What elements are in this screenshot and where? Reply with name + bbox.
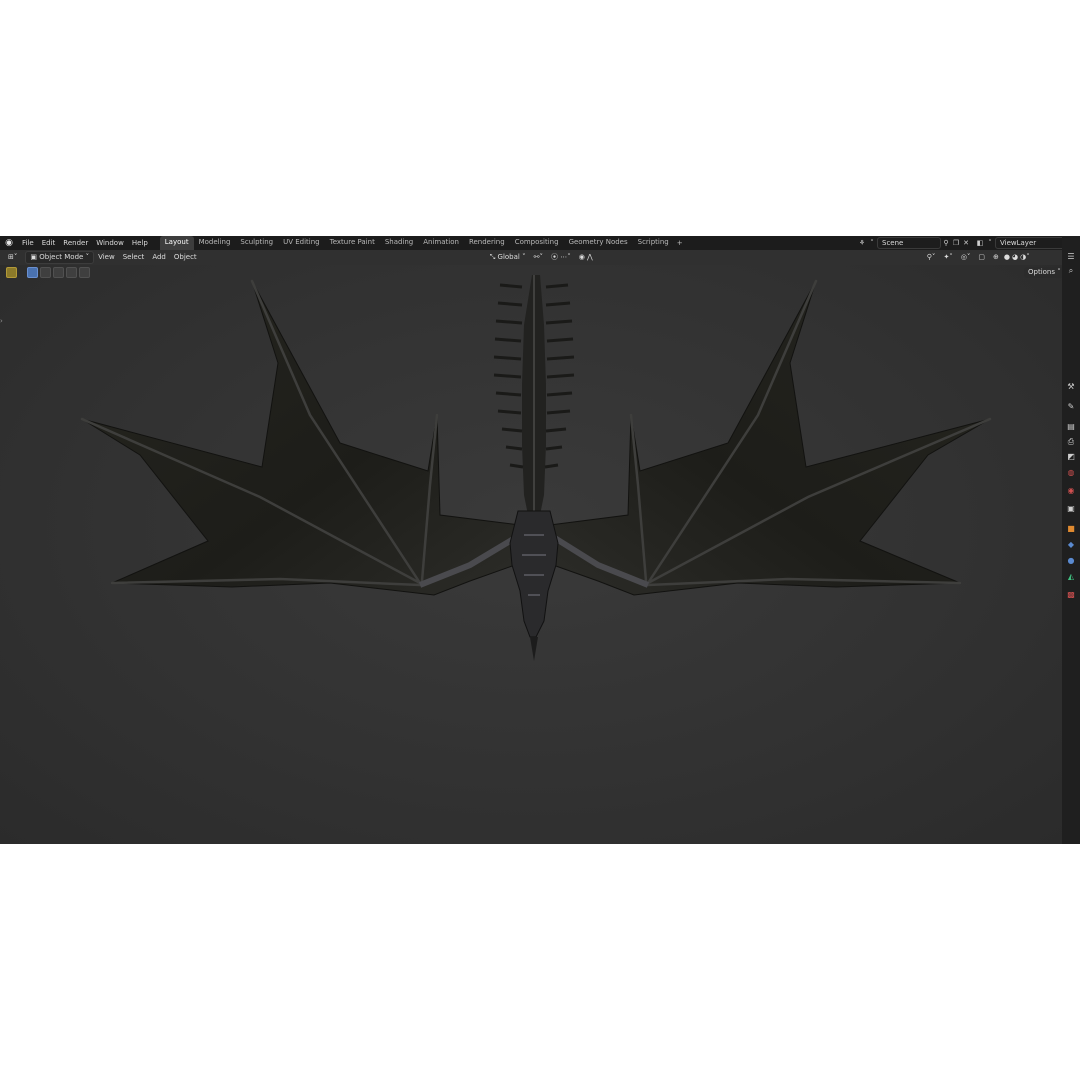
menu-edit[interactable]: Edit [38,236,60,250]
texture-icon[interactable]: ▩ [1066,590,1076,600]
tab-scripting[interactable]: Scripting [633,236,674,250]
tab-texture-paint[interactable]: Texture Paint [325,236,380,250]
close-icon[interactable]: ✕ [961,238,971,248]
options-label: Options [1028,268,1056,276]
object-icon[interactable]: ■ [1066,524,1076,534]
search-icon[interactable]: ⌕ [1066,266,1076,276]
scene-icon[interactable]: ◍ [1066,468,1076,478]
xray-icon[interactable]: ▢ [974,252,989,263]
dragon-body [509,510,559,661]
options-dropdown[interactable]: Options ˅ [1024,267,1065,278]
output-icon[interactable]: ⎙ [1066,437,1076,447]
select-menu[interactable]: Select [119,252,149,263]
view-layer-icon[interactable]: ◧ [975,238,985,248]
shading-solid-icon[interactable]: ● [1003,252,1011,263]
gizmo-icon[interactable]: ✦˅ [939,252,956,263]
chevron-down-icon: ˅ [1057,268,1061,276]
blender-window: ◉ File Edit Render Window Help Layout Mo… [0,236,1080,844]
menu-window[interactable]: Window [92,236,128,250]
snap-icon[interactable]: ⦿ ⋯˅ [547,252,575,263]
add-workspace-button[interactable]: + [674,236,686,250]
blender-logo-icon[interactable]: ◉ [4,238,14,248]
new-scene-icon[interactable]: ❐ [951,238,961,248]
chevron-down-icon: ˅ [522,253,526,261]
dragon-model[interactable] [0,265,1062,844]
menu-help[interactable]: Help [128,236,152,250]
mode-label: Object Mode [39,253,84,261]
pivot-point-icon[interactable]: ⚯˅ [530,252,547,263]
workspace-tabs: Layout Modeling Sculpting UV Editing Tex… [159,236,686,250]
scene-name-field[interactable]: Scene [877,237,941,249]
tab-layout[interactable]: Layout [159,236,194,250]
3d-viewport[interactable]: › [0,265,1062,844]
scene-icon[interactable]: ⚘ [857,238,867,248]
collection-icon[interactable]: ▣ [1066,504,1076,514]
select-invert-icon[interactable] [66,267,77,278]
main-menu: File Edit Render Window Help [18,236,152,250]
orientation-icon: ⤡ [489,253,496,261]
render-icon[interactable]: ▤ [1066,422,1076,432]
tab-uv-editing[interactable]: UV Editing [278,236,325,250]
dragon-tail [493,275,575,515]
select-subtract-icon[interactable] [53,267,64,278]
add-menu[interactable]: Add [148,252,170,263]
shading-material-icon[interactable]: ◕ [1011,252,1019,263]
chevron-down-icon: ˅ [988,239,992,247]
object-data-icon[interactable]: ◭ [1066,572,1076,582]
physics-icon[interactable]: ● [1066,556,1076,566]
object-menu[interactable]: Object [170,252,201,263]
view-menu[interactable]: View [94,252,119,263]
shading-wireframe-icon[interactable]: ⊕ [989,252,1003,263]
tool-settings-icon[interactable]: ✎ [1066,402,1076,412]
tab-animation[interactable]: Animation [418,236,464,250]
pin-icon[interactable]: ⚲ [941,238,951,248]
menu-file[interactable]: File [18,236,38,250]
shading-rendered-icon[interactable]: ◑˅ [1019,252,1031,263]
view-layer-icon[interactable]: ◩ [1066,452,1076,462]
select-new-icon[interactable] [27,267,38,278]
modifier-icon[interactable]: ◆ [1066,540,1076,550]
world-icon[interactable]: ◉ [1066,486,1076,496]
tab-compositing[interactable]: Compositing [510,236,564,250]
tab-shading[interactable]: Shading [380,236,418,250]
tab-rendering[interactable]: Rendering [464,236,510,250]
tool-toggle-icon[interactable] [6,267,17,278]
transform-orientation-dropdown[interactable]: ⤡ Global ˅ [486,252,530,263]
chevron-down-icon: ˅ [870,239,874,247]
orientation-label: Global [497,253,520,261]
dragon-right-wing [548,279,992,596]
object-mode-icon: ▣ [30,253,37,261]
chevron-down-icon: ˅ [85,253,90,261]
properties-tab-strip: ☰ ⌕ ⚒ ✎ ▤ ⎙ ◩ ◍ ◉ ▣ ■ ◆ ● ◭ ▩ [1062,236,1080,844]
proportional-edit-icon[interactable]: ◉ ⋀ [575,252,597,263]
mode-dropdown[interactable]: ▣ Object Mode ˅ [25,251,95,264]
select-intersect-icon[interactable] [79,267,90,278]
tab-geometry-nodes[interactable]: Geometry Nodes [564,236,633,250]
dragon-left-wing [80,279,522,596]
editor-type-icon[interactable]: ☰ [1066,252,1076,262]
tool-icon[interactable]: ⚒ [1066,382,1076,392]
tab-modeling[interactable]: Modeling [194,236,236,250]
tab-sculpting[interactable]: Sculpting [235,236,278,250]
view-layer-name-field[interactable]: ViewLayer [995,237,1067,249]
editor-type-icon[interactable]: ⊞˅ [4,252,21,263]
select-mode-tools [6,267,90,278]
expand-toolbar-arrow-icon[interactable]: › [0,317,6,325]
menu-render[interactable]: Render [59,236,92,250]
select-extend-icon[interactable] [40,267,51,278]
top-bar: ◉ File Edit Render Window Help Layout Mo… [0,236,1080,250]
visibility-icon[interactable]: ⚲˅ [923,252,940,263]
viewport-header: ⊞˅ ▣ Object Mode ˅ View Select Add Objec… [0,250,1062,265]
scene-selector: ⚘ ˅ Scene ⚲ ❐ ✕ ◧ ˅ ViewLayer ❐ ✕ [857,237,1080,249]
overlay-icon[interactable]: ◎˅ [957,252,975,263]
